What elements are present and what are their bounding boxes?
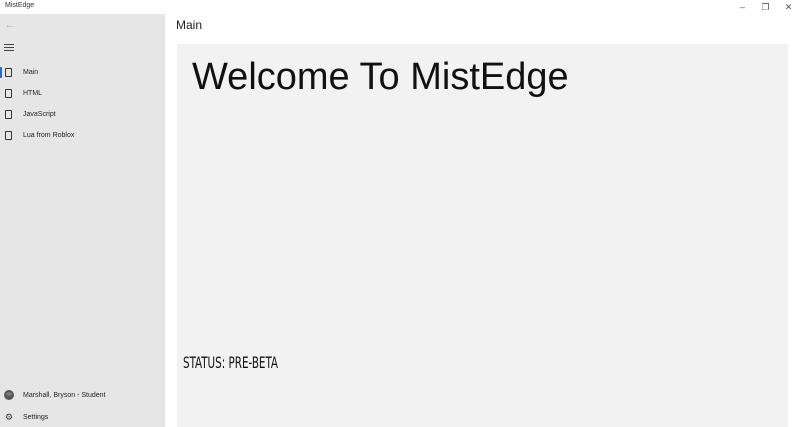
restore-button[interactable]: ❐ <box>754 0 777 14</box>
nav-item-html[interactable]: HTML <box>0 83 165 104</box>
back-button[interactable]: ← <box>3 18 17 32</box>
avatar <box>4 390 14 400</box>
nav-item-lua-from-roblox[interactable]: Lua from Roblox <box>0 125 165 146</box>
status-text: STATUS: PRE-BETA <box>183 353 278 372</box>
app-title: MistEdge <box>5 2 35 9</box>
hamburger-icon[interactable] <box>4 44 14 53</box>
gear-icon: ⚙ <box>4 412 14 422</box>
nav-menu: Main HTML JavaScript Lua from Roblox <box>0 62 165 146</box>
nav-item-label: JavaScript <box>23 111 56 118</box>
nav-footer: Marshall, Bryson - Student ⚙ Settings <box>0 384 165 427</box>
settings-label: Settings <box>23 413 49 421</box>
welcome-heading: Welcome To MistEdge <box>192 56 569 98</box>
account-button[interactable]: Marshall, Bryson - Student <box>0 384 165 406</box>
settings-button[interactable]: ⚙ Settings <box>0 406 165 427</box>
account-label: Marshall, Bryson - Student <box>23 391 106 399</box>
title-bar: MistEdge – ❐ ✕ <box>0 0 800 14</box>
nav-item-label: HTML <box>23 90 43 97</box>
page-icon <box>5 68 12 77</box>
nav-item-javascript[interactable]: JavaScript <box>0 104 165 125</box>
app-window: MistEdge – ❐ ✕ ← Main HTML JavaScript Lu… <box>0 0 800 427</box>
nav-item-label: Main <box>23 69 39 76</box>
page-title: Main <box>176 18 203 32</box>
window-controls: – ❐ ✕ <box>731 0 800 14</box>
content-panel: Welcome To MistEdge STATUS: PRE-BETA <box>177 44 788 427</box>
page-icon <box>5 89 12 98</box>
minimize-button[interactable]: – <box>731 0 754 14</box>
nav-item-main[interactable]: Main <box>0 62 165 83</box>
nav-item-label: Lua from Roblox <box>23 132 75 139</box>
close-button[interactable]: ✕ <box>777 0 800 14</box>
page-icon <box>5 131 12 140</box>
navigation-pane: ← Main HTML JavaScript Lua from Roblox M… <box>0 14 165 427</box>
page-icon <box>5 110 12 119</box>
